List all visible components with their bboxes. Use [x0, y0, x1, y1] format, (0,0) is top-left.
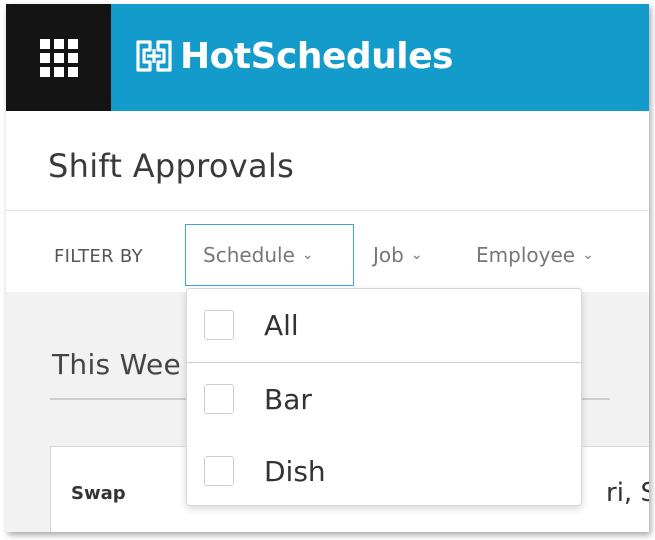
week-heading: This Wee: [52, 348, 182, 381]
request-type-label: Swap: [71, 483, 126, 504]
option-label: All: [264, 308, 299, 342]
request-date-label: ri, Sep: [606, 478, 649, 508]
grid-apps-icon: [39, 38, 78, 77]
filter-schedule-label: Schedule: [203, 243, 295, 267]
chevron-down-icon: ⌄: [301, 247, 314, 263]
filter-job-dropdown[interactable]: Job ⌄: [373, 224, 423, 286]
dropdown-option-dish[interactable]: Dish: [187, 435, 581, 507]
schedule-dropdown-menu: All Bar Dish: [186, 288, 582, 506]
app-window: HotSchedules Shift Approvals FILTER BY S…: [6, 4, 649, 532]
checkbox[interactable]: [204, 456, 234, 486]
dropdown-option-bar[interactable]: Bar: [187, 363, 581, 435]
brand[interactable]: HotSchedules: [134, 32, 453, 80]
top-bar: HotSchedules: [6, 4, 649, 111]
chevron-down-icon: ⌄: [582, 247, 594, 263]
filter-schedule-dropdown[interactable]: Schedule ⌄: [185, 224, 354, 286]
filter-employee-dropdown[interactable]: Employee ⌄: [476, 224, 594, 286]
apps-menu-button[interactable]: [6, 4, 111, 111]
checkbox[interactable]: [204, 384, 234, 414]
brand-name: HotSchedules: [180, 35, 453, 77]
filter-bar: FILTER BY Schedule ⌄ Job ⌄ Employee ⌄: [6, 212, 649, 292]
filter-employee-label: Employee: [476, 243, 576, 267]
dropdown-option-all[interactable]: All: [187, 289, 581, 361]
page-title: Shift Approvals: [48, 147, 295, 185]
filter-by-label: FILTER BY: [54, 246, 143, 267]
checkbox[interactable]: [204, 310, 234, 340]
option-label: Bar: [264, 382, 312, 416]
title-bar: Shift Approvals: [6, 111, 649, 211]
hotschedules-logo-icon: [136, 40, 172, 72]
option-label: Dish: [264, 454, 326, 488]
chevron-down-icon: ⌄: [410, 247, 423, 263]
filter-job-label: Job: [373, 243, 404, 267]
